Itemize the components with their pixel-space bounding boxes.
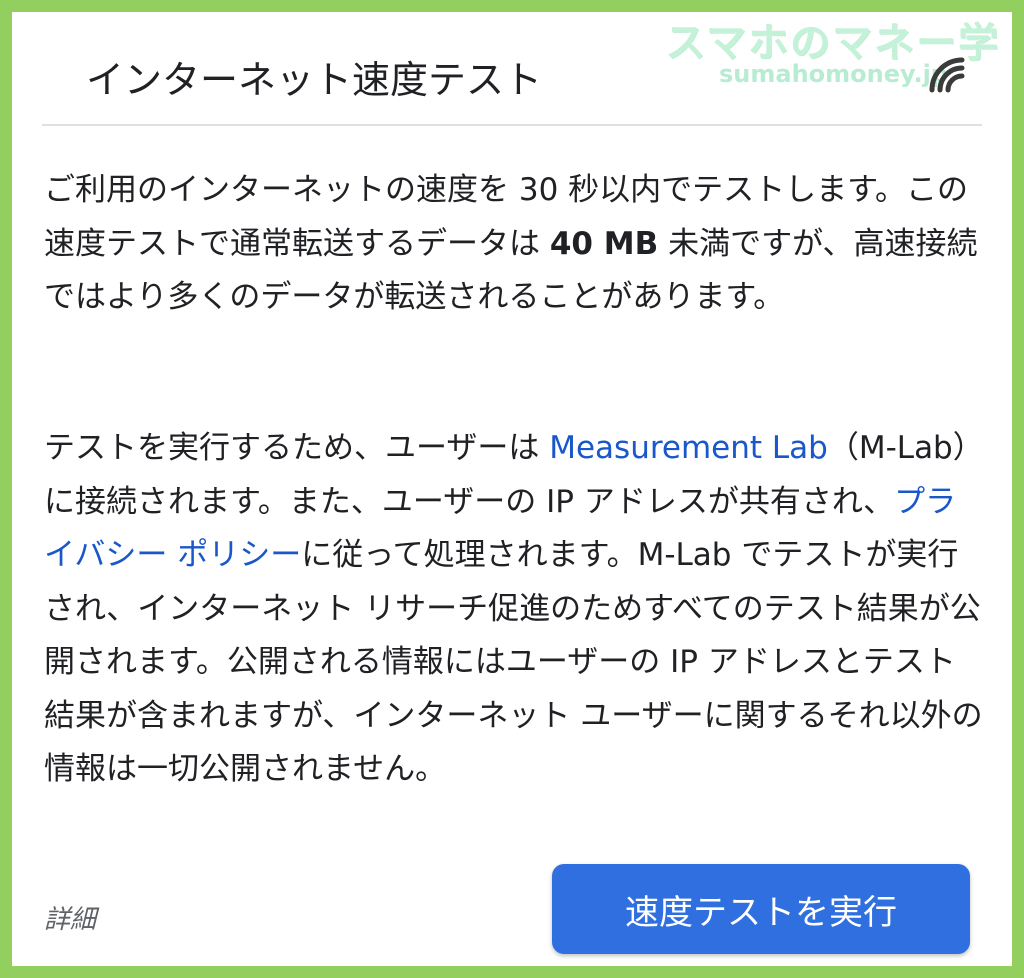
speed-test-dialog: インターネット速度テスト ご利用のインターネットの速度を 30 秒以内でテストし… (12, 12, 1012, 966)
intro-paragraph: ご利用のインターネットの速度を 30 秒以内でテストします。この速度テストで通常… (44, 164, 984, 325)
privacy-text-a: テストを実行するため、ユーザーは (44, 430, 550, 466)
privacy-paragraph: テストを実行するため、ユーザーは Measurement Lab（M-Lab）に… (44, 422, 984, 797)
privacy-text-c: に従って処理されます。M-Lab でテストが実行され、インターネット リサーチ促… (44, 537, 983, 787)
details-link[interactable]: 詳細 (44, 900, 96, 940)
measurement-lab-link[interactable]: Measurement Lab (549, 430, 828, 466)
title-divider (42, 124, 982, 126)
dialog-title: インターネット速度テスト (86, 58, 543, 102)
data-size-value: 40 MB (549, 225, 659, 262)
run-speed-test-button[interactable]: 速度テストを実行 (552, 864, 970, 954)
